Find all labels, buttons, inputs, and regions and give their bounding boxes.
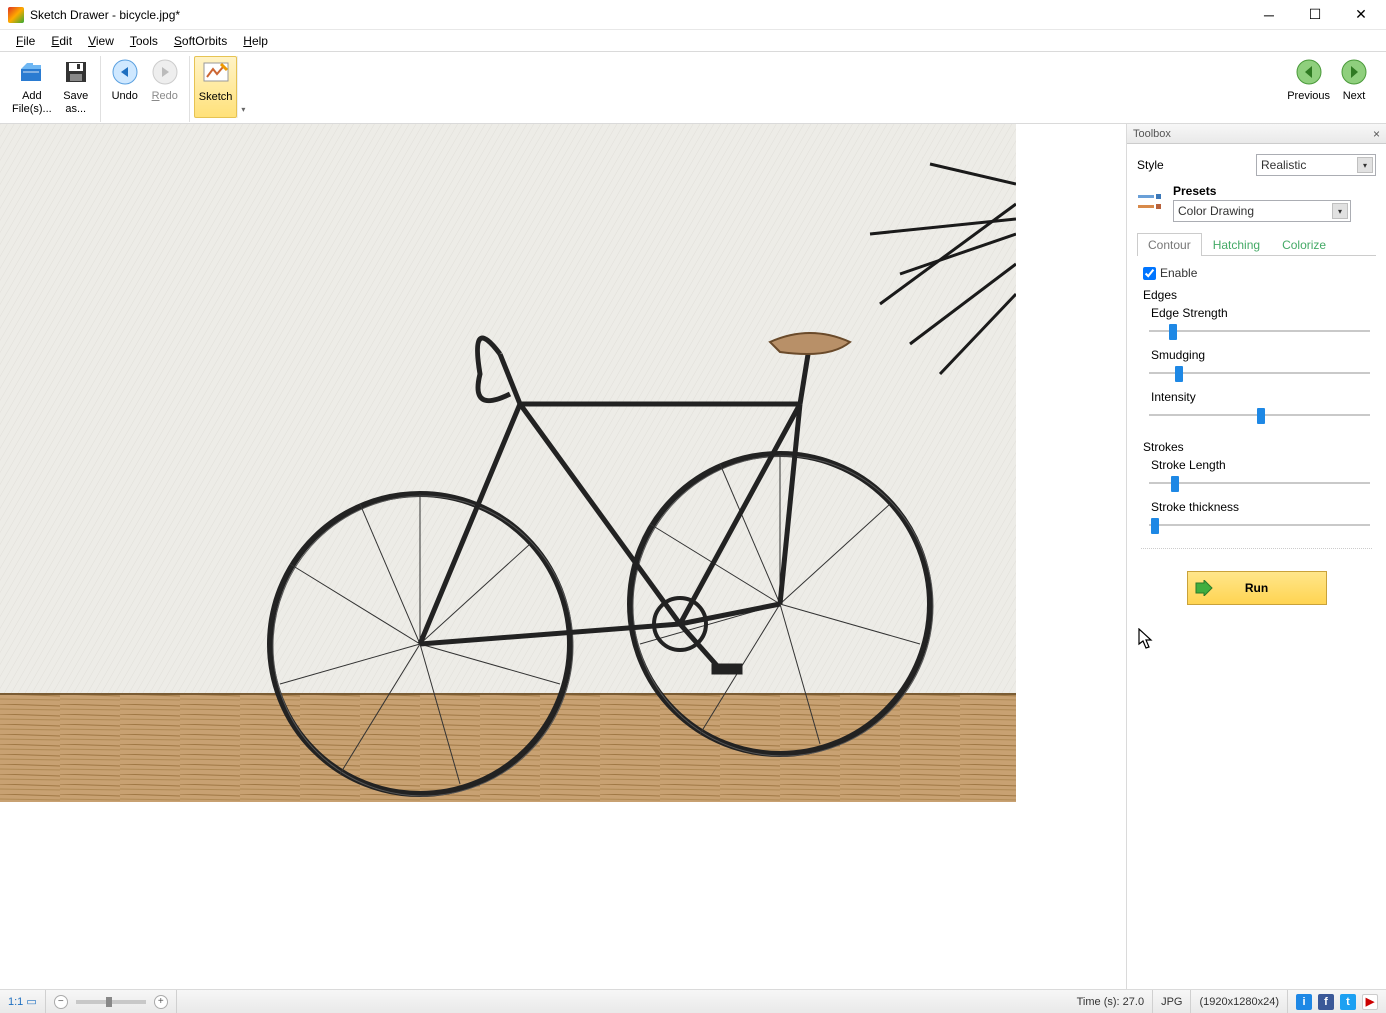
status-dimensions: (1920x1280x24)	[1191, 990, 1288, 1013]
menu-help[interactable]: Help	[235, 32, 276, 50]
style-value: Realistic	[1261, 158, 1306, 172]
presets-icon	[1137, 189, 1165, 217]
image-canvas	[0, 124, 1016, 802]
presets-label: Presets	[1173, 184, 1376, 198]
social-links: i f t ▶	[1288, 994, 1386, 1010]
toolbox-header: Toolbox ×	[1127, 124, 1386, 144]
close-button[interactable]: ✕	[1338, 0, 1384, 30]
run-button[interactable]: Run	[1187, 571, 1327, 605]
stroke-thickness-label: Stroke thickness	[1151, 500, 1370, 514]
zoom-ratio[interactable]: 1:1 ▭	[0, 990, 46, 1013]
menu-edit[interactable]: Edit	[43, 32, 80, 50]
sketch-label: Sketch	[199, 91, 233, 104]
style-label: Style	[1137, 158, 1164, 172]
toolbox-close-icon[interactable]: ×	[1373, 127, 1380, 141]
previous-label: Previous	[1287, 90, 1330, 103]
stroke-thickness-slider[interactable]	[1149, 514, 1370, 536]
sketch-button[interactable]: Sketch	[194, 56, 238, 118]
smudging-label: Smudging	[1151, 348, 1370, 362]
toolbox-sidebar: Toolbox × Style Realistic ▾ Presets Colo…	[1126, 124, 1386, 989]
presets-select[interactable]: Color Drawing ▾	[1173, 200, 1351, 222]
save-icon	[62, 58, 90, 86]
previous-button[interactable]: Previous	[1283, 56, 1334, 118]
main-area: Toolbox × Style Realistic ▾ Presets Colo…	[0, 124, 1386, 989]
zoom-control[interactable]: − +	[46, 990, 177, 1013]
redo-icon	[151, 58, 179, 86]
run-arrow-icon	[1194, 578, 1214, 598]
save-as-button[interactable]: Save as...	[56, 56, 96, 118]
dropdown-arrow-icon: ▾	[1332, 203, 1348, 219]
tab-contour[interactable]: Contour	[1137, 233, 1202, 256]
edge-strength-slider[interactable]	[1149, 320, 1370, 342]
title-bar: Sketch Drawer - bicycle.jpg* ─ ☐ ✕	[0, 0, 1386, 30]
twitter-icon[interactable]: t	[1340, 994, 1356, 1010]
canvas-area[interactable]	[0, 124, 1126, 989]
stroke-length-label: Stroke Length	[1151, 458, 1370, 472]
enable-label: Enable	[1160, 266, 1197, 280]
contour-panel: Enable Edges Edge Strength Smudging Inte…	[1137, 256, 1376, 536]
menu-view[interactable]: View	[80, 32, 122, 50]
info-icon[interactable]: i	[1296, 994, 1312, 1010]
next-label: Next	[1343, 90, 1366, 103]
enable-checkbox-input[interactable]	[1143, 267, 1156, 280]
status-format: JPG	[1153, 990, 1191, 1013]
toolbox-title: Toolbox	[1133, 128, 1171, 140]
edge-strength-label: Edge Strength	[1151, 306, 1370, 320]
sketch-icon	[202, 59, 230, 87]
next-button[interactable]: Next	[1334, 56, 1374, 118]
divider	[1141, 548, 1372, 549]
add-files-label: Add File(s)...	[12, 90, 52, 115]
tab-hatching[interactable]: Hatching	[1202, 233, 1271, 256]
run-label: Run	[1245, 581, 1268, 595]
presets-value: Color Drawing	[1178, 204, 1254, 218]
toolbox-tabs: Contour Hatching Colorize	[1137, 232, 1376, 256]
next-icon	[1340, 58, 1368, 86]
stroke-length-slider[interactable]	[1149, 472, 1370, 494]
sketch-dropdown[interactable]: ▾	[237, 56, 248, 118]
strokes-group-title: Strokes	[1143, 440, 1370, 454]
toolbar: Add File(s)... Save as... Undo Redo	[0, 52, 1386, 124]
zoom-slider[interactable]	[76, 1000, 146, 1004]
youtube-icon[interactable]: ▶	[1362, 994, 1378, 1010]
undo-icon	[111, 58, 139, 86]
menu-file[interactable]: File	[8, 32, 43, 50]
smudging-slider[interactable]	[1149, 362, 1370, 384]
intensity-slider[interactable]	[1149, 404, 1370, 426]
undo-button[interactable]: Undo	[105, 56, 145, 118]
minimize-button[interactable]: ─	[1246, 0, 1292, 30]
status-time: Time (s): 27.0	[1069, 990, 1153, 1013]
app-icon	[8, 7, 24, 23]
menu-softorbits[interactable]: SoftOrbits	[166, 32, 235, 50]
fit-screen-icon[interactable]: ▭	[26, 995, 36, 1008]
undo-label: Undo	[112, 90, 138, 103]
save-as-label: Save as...	[63, 90, 88, 115]
zoom-in-button[interactable]: +	[154, 995, 168, 1009]
status-bar: 1:1 ▭ − + Time (s): 27.0 JPG (1920x1280x…	[0, 989, 1386, 1013]
intensity-label: Intensity	[1151, 390, 1370, 404]
add-files-icon	[18, 58, 46, 86]
facebook-icon[interactable]: f	[1318, 994, 1334, 1010]
add-files-button[interactable]: Add File(s)...	[8, 56, 56, 118]
cursor-icon	[1138, 628, 1156, 655]
redo-label: Redo	[152, 90, 178, 103]
dropdown-arrow-icon: ▾	[1357, 157, 1373, 173]
previous-icon	[1295, 58, 1323, 86]
menu-tools[interactable]: Tools	[122, 32, 166, 50]
menu-bar: File Edit View Tools SoftOrbits Help	[0, 30, 1386, 52]
edges-group-title: Edges	[1143, 288, 1370, 302]
maximize-button[interactable]: ☐	[1292, 0, 1338, 30]
style-select[interactable]: Realistic ▾	[1256, 154, 1376, 176]
tab-colorize[interactable]: Colorize	[1271, 233, 1337, 256]
zoom-out-button[interactable]: −	[54, 995, 68, 1009]
redo-button[interactable]: Redo	[145, 56, 185, 118]
window-title: Sketch Drawer - bicycle.jpg*	[30, 8, 1246, 22]
enable-checkbox[interactable]: Enable	[1143, 266, 1370, 280]
